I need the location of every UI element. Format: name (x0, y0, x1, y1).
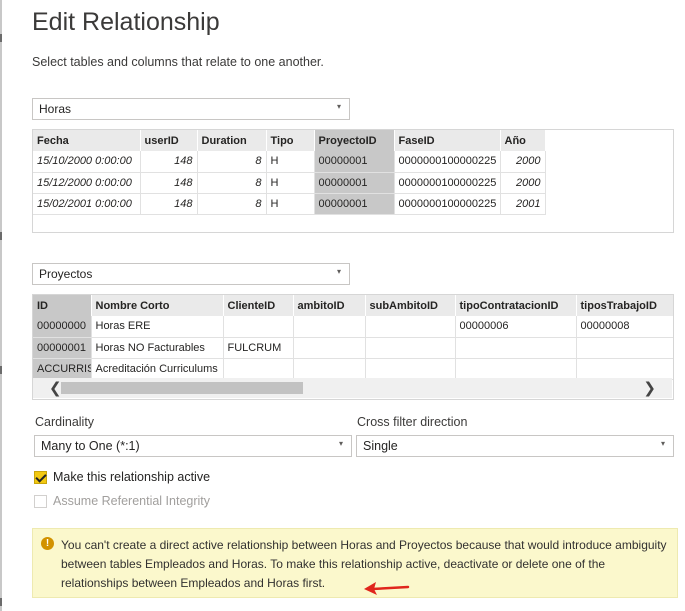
table1-header[interactable]: Fecha (33, 130, 141, 151)
table-row[interactable]: 15/12/2000 0:00:00 148 8 H 00000001 0000… (33, 172, 546, 194)
table1-header[interactable]: FaseID (394, 130, 501, 151)
table1-cell[interactable]: 15/12/2000 0:00:00 (33, 172, 141, 194)
cardinality-dropdown[interactable]: Many to One (*:1) ▾ (34, 435, 352, 457)
table1-cell[interactable]: 0000000100000225 (394, 151, 501, 173)
edge-marker (0, 34, 2, 42)
table2-cell[interactable] (576, 337, 673, 359)
table2-cell[interactable] (293, 316, 366, 338)
edge-marker (0, 598, 2, 606)
table2-cell[interactable]: Acreditación Curriculums (91, 358, 224, 380)
table1-cell[interactable]: 00000001 (314, 193, 395, 215)
table2-cell[interactable] (223, 316, 294, 338)
table2-header-selected[interactable]: ID (33, 295, 92, 316)
cross-filter-label: Cross filter direction (357, 415, 468, 429)
warning-banner: ! You can't create a direct active relat… (32, 528, 678, 598)
table2-header[interactable]: ClienteID (223, 295, 294, 316)
table1-header-selected[interactable]: ProyectoID (314, 130, 395, 151)
table2-cell[interactable] (365, 316, 456, 338)
table2-cell[interactable]: ACCURRIS (33, 358, 92, 380)
table1-cell[interactable]: 2001 (500, 193, 546, 215)
table1-cell[interactable]: 0000000100000225 (394, 172, 501, 194)
edge-marker (0, 366, 2, 374)
scrollbar-thumb[interactable] (61, 382, 303, 394)
table2-header[interactable]: subAmbitoID (365, 295, 456, 316)
chevron-down-icon: ▾ (338, 439, 343, 448)
table2-select-value: Proyectos (39, 267, 93, 281)
table1-cell[interactable]: 8 (197, 193, 267, 215)
dialog-subtitle: Select tables and columns that relate to… (32, 55, 324, 69)
table2-cell[interactable] (455, 337, 577, 359)
table1-cell[interactable]: 8 (197, 151, 267, 173)
table2-header[interactable]: tiposTrabajoID (576, 295, 673, 316)
table1-select-value: Horas (39, 102, 72, 116)
chevron-down-icon: ▾ (336, 267, 341, 276)
table-row[interactable]: 15/02/2001 0:00:00 148 8 H 00000001 0000… (33, 193, 546, 215)
table1-cell[interactable]: H (266, 172, 315, 194)
table1-preview: Fecha userID Duration Tipo ProyectoID Fa… (32, 129, 674, 233)
table2-cell[interactable] (365, 337, 456, 359)
table2-cell[interactable]: Horas NO Facturables (91, 337, 224, 359)
table2-cell[interactable]: FULCRUM (223, 337, 294, 359)
table1-cell[interactable]: 148 (140, 151, 198, 173)
cross-filter-value: Single (363, 439, 398, 453)
table1-cell[interactable]: 0000000100000225 (394, 193, 501, 215)
cardinality-label: Cardinality (35, 415, 95, 429)
table2-header[interactable]: ambitoID (293, 295, 366, 316)
table2-cell[interactable] (293, 358, 366, 380)
table-row[interactable]: ACCURRIS Acreditación Curriculums (33, 358, 673, 380)
table1-cell[interactable]: 2000 (500, 151, 546, 173)
table1-cell[interactable]: 00000001 (314, 172, 395, 194)
cross-filter-dropdown[interactable]: Single ▾ (356, 435, 674, 457)
table2-cell[interactable]: 00000006 (455, 316, 577, 338)
table2-header[interactable]: tipoContratacionID (455, 295, 577, 316)
table2-cell[interactable]: 00000000 (33, 316, 92, 338)
window-edge (0, 0, 2, 611)
chevron-down-icon: ▾ (336, 102, 341, 111)
table1-select[interactable]: Horas ▾ (32, 98, 350, 120)
cardinality-value: Many to One (*:1) (41, 439, 140, 453)
table2-cell[interactable]: 00000001 (33, 337, 92, 359)
red-arrow-icon (364, 582, 410, 595)
table1-cell[interactable]: H (266, 151, 315, 173)
table2-cell[interactable] (455, 358, 577, 380)
table1-cell[interactable]: 15/02/2001 0:00:00 (33, 193, 141, 215)
table2-cell[interactable]: Horas ERE (91, 316, 224, 338)
table1-cell[interactable]: 15/10/2000 0:00:00 (33, 151, 141, 173)
table1-cell[interactable]: 148 (140, 193, 198, 215)
table1-header[interactable]: Duration (197, 130, 267, 151)
table1-header[interactable]: Año (500, 130, 546, 151)
edge-marker (0, 232, 2, 240)
table2-cell[interactable]: 00000008 (576, 316, 673, 338)
table-row[interactable]: 15/10/2000 0:00:00 148 8 H 00000001 0000… (33, 151, 546, 173)
table1-cell[interactable]: H (266, 193, 315, 215)
table2-cell[interactable] (223, 358, 294, 380)
referential-integrity-label: Assume Referential Integrity (53, 494, 211, 508)
table2-header[interactable]: Nombre Corto (91, 295, 224, 316)
scroll-right-icon[interactable]: ❯ (643, 379, 656, 397)
dialog-title: Edit Relationship (32, 8, 220, 36)
table-row[interactable]: 00000001 Horas NO Facturables FULCRUM (33, 337, 673, 359)
table2-cell[interactable] (365, 358, 456, 380)
chevron-down-icon: ▾ (660, 439, 665, 448)
table2-horizontal-scrollbar[interactable]: ❮ ❯ (33, 378, 672, 398)
table1-header[interactable]: Tipo (266, 130, 315, 151)
table2-cell[interactable] (576, 358, 673, 380)
make-active-option[interactable]: Make this relationship active (34, 470, 210, 484)
warning-icon: ! (41, 537, 54, 550)
referential-integrity-option: Assume Referential Integrity (34, 494, 210, 508)
table1-cell[interactable]: 00000001 (314, 151, 395, 173)
scroll-left-icon[interactable]: ❮ (49, 379, 62, 397)
table2-select[interactable]: Proyectos ▾ (32, 263, 350, 285)
table1-cell[interactable]: 148 (140, 172, 198, 194)
make-active-label[interactable]: Make this relationship active (53, 470, 210, 484)
table1-header[interactable]: userID (140, 130, 198, 151)
table1-cell[interactable]: 8 (197, 172, 267, 194)
make-active-checkbox[interactable] (34, 470, 47, 484)
table-row[interactable]: 00000000 Horas ERE 00000006 00000008 (33, 316, 673, 338)
table1-cell[interactable]: 2000 (500, 172, 546, 194)
table2-cell[interactable] (293, 337, 366, 359)
referential-integrity-checkbox (34, 494, 47, 508)
